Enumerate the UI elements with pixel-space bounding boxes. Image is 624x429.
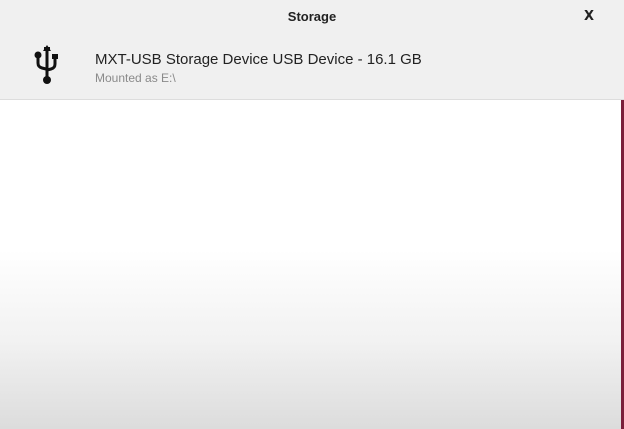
device-mount-status: Mounted as E:\: [95, 71, 176, 85]
dialog-header: Storage X MXT-USB Storage Device USB Dev…: [0, 0, 624, 100]
device-list-area: [0, 100, 621, 429]
close-button[interactable]: X: [580, 8, 598, 26]
storage-dialog: Storage X MXT-USB Storage Device USB Dev…: [0, 0, 624, 429]
usb-icon: [34, 45, 58, 84]
dialog-title: Storage: [287, 9, 337, 24]
device-name: MXT-USB Storage Device USB Device - 16.1…: [95, 51, 422, 68]
storage-device-item[interactable]: MXT-USB Storage Device USB Device - 16.1…: [0, 40, 624, 96]
